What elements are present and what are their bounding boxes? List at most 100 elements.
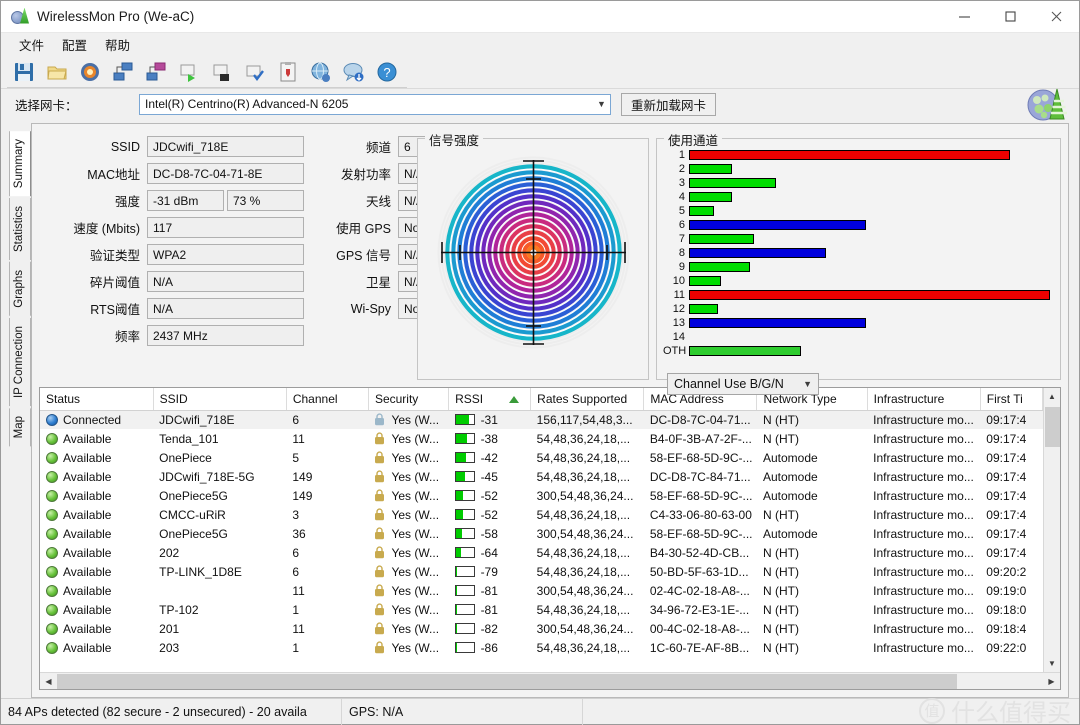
cell-status: Connected	[40, 410, 154, 429]
tab-graphs[interactable]: Graphs	[9, 262, 31, 316]
field-fragment-threshold-value[interactable]: N/A	[147, 271, 304, 292]
verify-icon[interactable]	[238, 57, 271, 87]
cell-mac: 58-EF-68-5D-9C-...	[649, 450, 753, 465]
table-row[interactable]: Available 201 11 Yes (W... -82 300,54,48,36,2…	[40, 619, 1043, 638]
signal-meter-icon	[454, 490, 475, 501]
status-aps-detected: 84 APs detected (82 secure - 2 unsecured…	[8, 704, 307, 719]
scroll-right-icon[interactable]: ▶	[1043, 673, 1060, 690]
table-row[interactable]: Available 202 6 Yes (W... -64 54,48,36,24,18,…	[40, 543, 1043, 562]
start-icon[interactable]	[172, 57, 205, 87]
cell-rates: 156,117,54,48,3...	[530, 410, 644, 429]
clipboard-icon[interactable]	[271, 57, 304, 87]
column-header-channel[interactable]: Channel	[286, 388, 369, 411]
maximize-button[interactable]	[987, 1, 1033, 33]
table-row[interactable]: Available Tenda_101 11 Yes (W... -38 54,48,36…	[40, 429, 1043, 448]
minimize-button[interactable]	[941, 1, 987, 33]
app-icon	[11, 7, 29, 26]
tab-summary[interactable]: Summary	[9, 131, 31, 197]
rssi-value: -81	[480, 602, 498, 617]
channel-use-title: 使用通道	[664, 130, 723, 149]
chevron-down-icon: ▼	[597, 99, 606, 109]
vertical-scroll-thumb[interactable]	[1044, 407, 1060, 447]
channel-use-panel: 使用通道 1 2 3 4 5 6 7 8 9 10 11 12 13 14 OTH Channel Use …	[656, 130, 1061, 395]
save-icon[interactable]	[7, 57, 40, 87]
status-gps: GPS: N/A	[349, 704, 404, 719]
stop-icon[interactable]	[205, 57, 238, 87]
cell-security: Yes (W...	[368, 600, 448, 619]
cell-network-type: Automode	[762, 469, 818, 484]
column-header-infrastructure[interactable]: Infrastructure	[867, 388, 981, 411]
column-header-rssi[interactable]: RSSI	[448, 388, 532, 411]
help-icon[interactable]: ?	[370, 57, 403, 87]
signal-meter-icon	[454, 604, 475, 615]
horizontal-scroll-thumb[interactable]	[57, 673, 957, 689]
chat-icon[interactable]	[337, 57, 370, 87]
globe-icon[interactable]	[304, 57, 337, 87]
table-row[interactable]: Available JDCwifi_718E-5G 149 Yes (W... -45 5…	[40, 467, 1043, 486]
column-header-ssid[interactable]: SSID	[153, 388, 287, 411]
window-title: WirelessMon Pro (We-aC)	[37, 9, 195, 24]
field-speed-value[interactable]: 117	[147, 217, 304, 238]
adapter-dropdown-value: Intel(R) Centrino(R) Advanced-N 6205	[145, 97, 349, 111]
table-row[interactable]: Available OnePiece 5 Yes (W... -42 54,48,36,2…	[40, 448, 1043, 467]
rssi-value: -79	[480, 564, 498, 579]
scroll-up-icon[interactable]: ▲	[1044, 388, 1061, 405]
table-row[interactable]: Available 203 1 Yes (W... -86 54,48,36,24,18,…	[40, 638, 1043, 657]
cell-ssid: TP-102	[159, 602, 199, 617]
reload-adapter-button[interactable]: 重新加载网卡	[621, 92, 717, 116]
ap-table: Status SSID Channel Security RSSI Rates Suppo…	[40, 388, 1044, 657]
security-text: Yes (W...	[391, 469, 440, 484]
column-header-rates-supported[interactable]: Rates Supported	[530, 388, 645, 411]
table-horizontal-scrollbar[interactable]: ◀ ▶	[40, 672, 1060, 689]
status-text: Available	[63, 583, 112, 598]
security-text: Yes (W...	[391, 640, 440, 655]
table-row[interactable]: Available CMCC-uRiR 3 Yes (W... -52 54,48,36,…	[40, 505, 1043, 524]
field-strength-percent[interactable]: 73 %	[227, 190, 304, 211]
table-row[interactable]: Available OnePiece5G 149 Yes (W... -52 300,54…	[40, 486, 1043, 505]
network-compare-alt-icon[interactable]	[139, 57, 172, 87]
status-text: Available	[63, 640, 112, 655]
tab-map[interactable]: Map	[9, 407, 31, 447]
cell-mac: B4-0F-3B-A7-2F-...	[649, 431, 752, 446]
watermark-text: 什么值得买	[951, 699, 1071, 725]
scroll-down-icon[interactable]: ▼	[1044, 655, 1061, 672]
field-strength-dbm[interactable]: -31 dBm	[147, 190, 224, 211]
field-auth-type-value[interactable]: WPA2	[147, 244, 304, 265]
menu-item-config[interactable]: 配置	[53, 33, 96, 56]
table-row[interactable]: Available OnePiece5G 36 Yes (W... -58 300,54,…	[40, 524, 1043, 543]
menu-bar: 文件 配置 帮助	[1, 33, 1079, 55]
table-vertical-scrollbar[interactable]: ▲ ▼	[1043, 388, 1060, 672]
security-text: Yes (W...	[391, 564, 440, 579]
close-button[interactable]	[1033, 1, 1079, 33]
channel-use-dropdown[interactable]: Channel Use B/G/N ▼	[667, 373, 819, 395]
channel-row: 14	[663, 330, 1050, 343]
column-header-first-ti[interactable]: First Ti	[980, 388, 1044, 411]
adapter-dropdown[interactable]: Intel(R) Centrino(R) Advanced-N 6205 ▼	[139, 93, 611, 115]
field-frequency-value[interactable]: 2437 MHz	[147, 325, 304, 346]
cell-mac: C4-33-06-80-63-00	[649, 507, 752, 522]
tab-statistics[interactable]: Statistics	[9, 198, 31, 261]
signal-meter-icon	[454, 566, 475, 577]
tab-ip-connection[interactable]: IP Connection	[9, 317, 31, 406]
network-compare-icon[interactable]	[106, 57, 139, 87]
record-icon[interactable]	[73, 57, 106, 87]
table-row[interactable]: Available TP-102 1 Yes (W... -81 54,48,36,24,…	[40, 600, 1043, 619]
column-header-status[interactable]: Status	[40, 388, 154, 411]
menu-item-help[interactable]: 帮助	[96, 33, 139, 56]
channel-bar	[689, 219, 866, 230]
field-ssid-value[interactable]: JDCwifi_718E	[147, 136, 304, 157]
field-rts-threshold-value[interactable]: N/A	[147, 298, 304, 319]
table-row[interactable]: Available TP-LINK_1D8E 6 Yes (W... -79 54,48,…	[40, 562, 1043, 581]
menu-item-file[interactable]: 文件	[10, 33, 53, 56]
table-row[interactable]: Available 11 Yes (W... -81 300,54,48,36,24..…	[40, 581, 1043, 600]
scroll-left-icon[interactable]: ◀	[40, 673, 57, 690]
channel-label: 5	[678, 204, 685, 217]
cell-rssi: -38	[449, 429, 531, 448]
table-row[interactable]: Connected JDCwifi_718E 6 Yes (W... -31 156,11…	[40, 410, 1043, 429]
column-header-security[interactable]: Security	[368, 388, 450, 411]
open-folder-icon[interactable]	[40, 57, 73, 87]
status-indicator-icon	[46, 641, 58, 654]
channel-bar-track	[689, 289, 1050, 300]
watermark-badge: 值	[919, 697, 945, 724]
field-mac-value[interactable]: DC-D8-7C-04-71-8E	[147, 163, 304, 184]
